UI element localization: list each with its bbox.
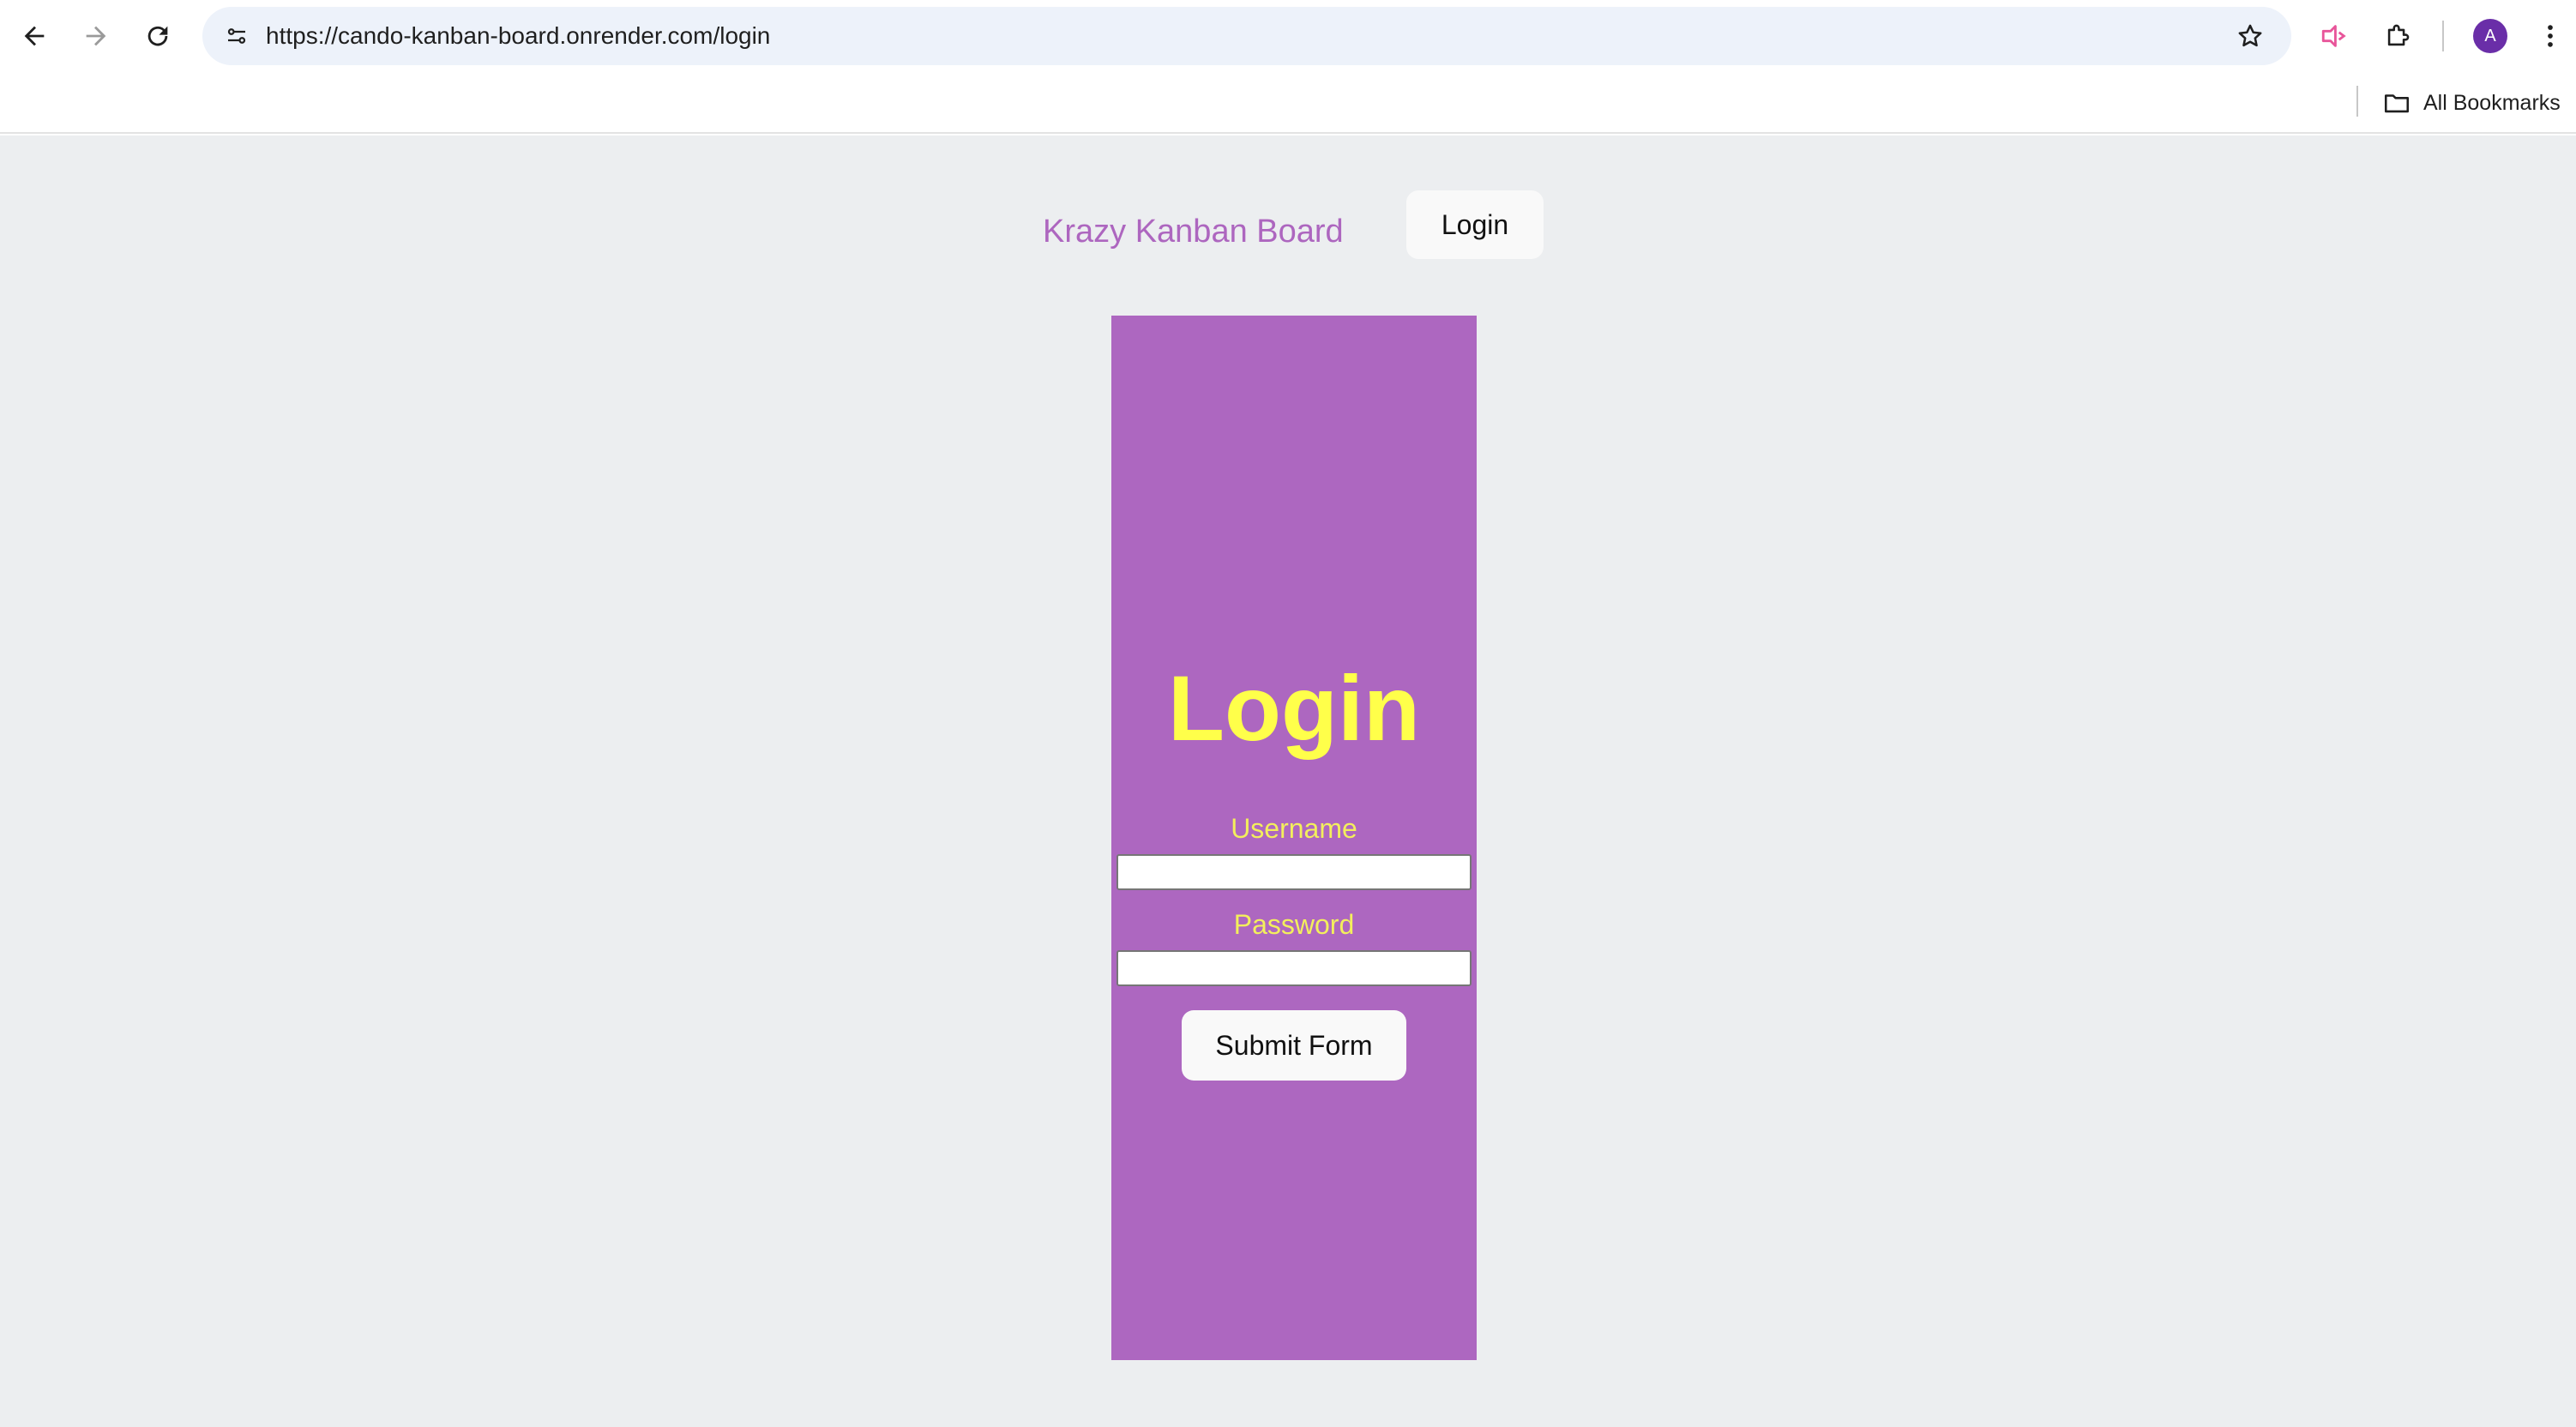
toolbar-divider (2442, 21, 2444, 51)
site-settings-button[interactable] (213, 12, 261, 60)
extensions-icon (2387, 24, 2410, 46)
bookmark-star-button[interactable] (2226, 12, 2274, 60)
page-content: Krazy Kanban Board Login Login Username … (0, 135, 2576, 1427)
reload-icon (147, 26, 168, 46)
back-button[interactable] (10, 12, 58, 60)
forward-button[interactable] (72, 12, 120, 60)
submit-form-button[interactable]: Submit Form (1182, 1010, 1406, 1081)
star-icon (2238, 24, 2262, 47)
bookmarks-divider (2356, 86, 2358, 117)
app-title[interactable]: Krazy Kanban Board (1043, 204, 1344, 259)
browser-toolbar: https://cando-kanban-board.onrender.com/… (0, 0, 2576, 72)
username-label: Username (1231, 813, 1357, 844)
url-text[interactable]: https://cando-kanban-board.onrender.com/… (266, 7, 770, 65)
cast-icon (2321, 25, 2346, 47)
bookmarks-bar: All Bookmarks (0, 72, 2576, 134)
password-input[interactable] (1116, 950, 1472, 986)
back-arrow-icon (24, 26, 45, 46)
extensions-button[interactable] (2374, 12, 2422, 60)
forward-arrow-icon (86, 26, 106, 46)
nav-login-button[interactable]: Login (1406, 190, 1544, 259)
username-input[interactable] (1116, 854, 1472, 890)
browser-menu-button[interactable] (2526, 12, 2574, 60)
all-bookmarks-label: All Bookmarks (2423, 90, 2561, 115)
login-form-card: Login Username Password Submit Form (1111, 316, 1477, 1360)
more-vertical-icon (2548, 25, 2553, 47)
login-heading: Login (1168, 656, 1420, 760)
cast-extension-button[interactable] (2310, 12, 2358, 60)
reload-button[interactable] (134, 12, 182, 60)
password-label: Password (1233, 909, 1355, 940)
folder-icon (2384, 94, 2410, 113)
site-settings-icon (227, 28, 246, 44)
address-bar[interactable]: https://cando-kanban-board.onrender.com/… (202, 7, 2291, 65)
all-bookmarks-button[interactable]: All Bookmarks (2382, 72, 2561, 134)
profile-avatar[interactable]: A (2473, 19, 2507, 53)
